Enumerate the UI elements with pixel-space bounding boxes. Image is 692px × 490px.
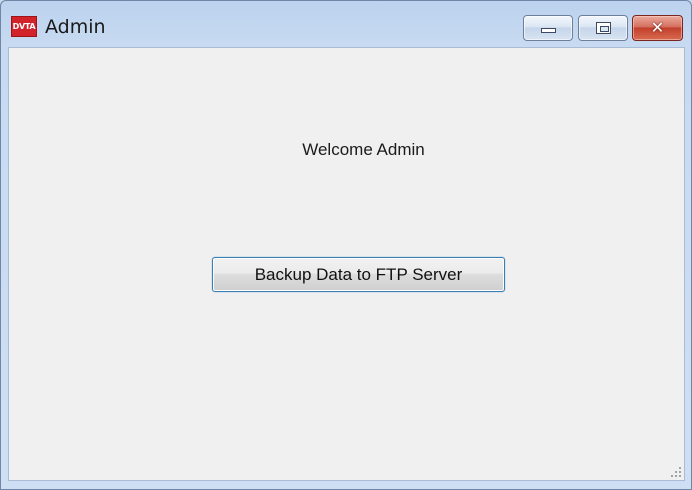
backup-ftp-button[interactable]: Backup Data to FTP Server: [212, 257, 505, 292]
client-area: Welcome Admin Backup Data to FTP Server: [8, 47, 685, 481]
close-button[interactable]: ✕: [632, 15, 683, 41]
close-icon: ✕: [650, 18, 665, 37]
admin-window: DVTA Admin ✕ Welcome Admin Backup Data t…: [0, 0, 692, 490]
minimize-icon: [541, 28, 556, 33]
welcome-label: Welcome Admin: [302, 140, 425, 159]
maximize-button[interactable]: [578, 15, 628, 41]
minimize-button[interactable]: [523, 15, 573, 41]
app-icon: DVTA: [11, 16, 37, 37]
maximize-icon: [596, 22, 611, 34]
window-title: Admin: [45, 16, 106, 38]
resize-grip-icon[interactable]: [670, 466, 682, 478]
title-bar[interactable]: DVTA Admin ✕: [1, 1, 691, 47]
